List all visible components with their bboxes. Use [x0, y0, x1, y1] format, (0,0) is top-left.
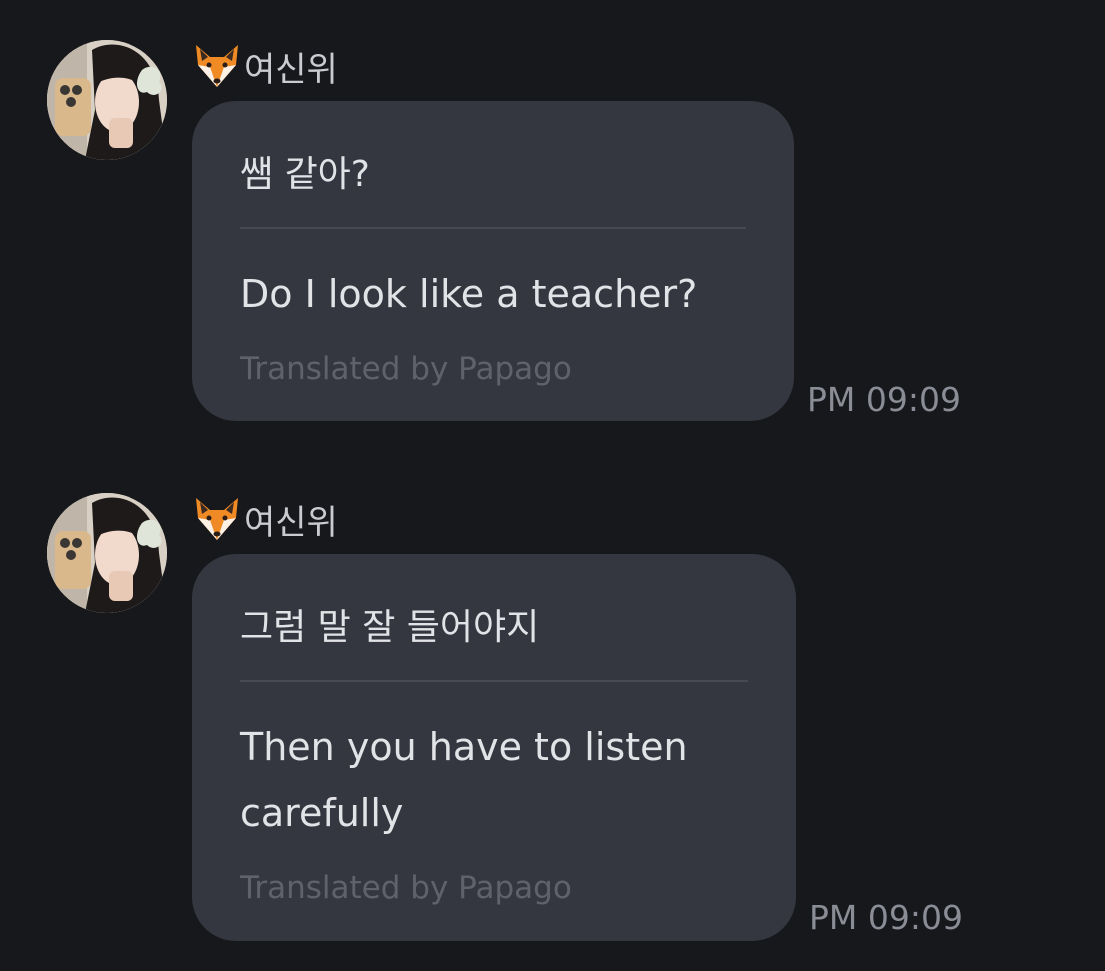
fox-emoji-icon [192, 496, 242, 542]
sender-header: 여신위 [192, 495, 338, 543]
translation-credit: Translated by Papago [240, 351, 572, 387]
sender-name[interactable]: 여신위 [244, 495, 338, 544]
message-bubble[interactable]: 쌤 같아? Do I look like a teacher? Translat… [192, 101, 794, 421]
chat-message: 여신위 쌤 같아? Do I look like a teacher? Tran… [0, 0, 1105, 440]
translated-text: Do I look like a teacher? [240, 272, 698, 316]
sender-header: 여신위 [192, 42, 338, 90]
translation-credit: Translated by Papago [240, 870, 572, 906]
message-timestamp: PM 09:09 [809, 898, 963, 937]
sender-name[interactable]: 여신위 [244, 42, 338, 91]
message-timestamp: PM 09:09 [807, 380, 961, 419]
chat-message: 여신위 그럼 말 잘 들어야지 Then you have to listen … [0, 453, 1105, 971]
fox-emoji-icon [192, 43, 242, 89]
message-bubble[interactable]: 그럼 말 잘 들어야지 Then you have to listen care… [192, 554, 796, 941]
original-text: 쌤 같아? [240, 101, 746, 229]
avatar[interactable] [47, 40, 167, 160]
avatar[interactable] [47, 493, 167, 613]
original-text: 그럼 말 잘 들어야지 [240, 554, 748, 682]
translated-text: Then you have to listen carefully [240, 725, 688, 835]
